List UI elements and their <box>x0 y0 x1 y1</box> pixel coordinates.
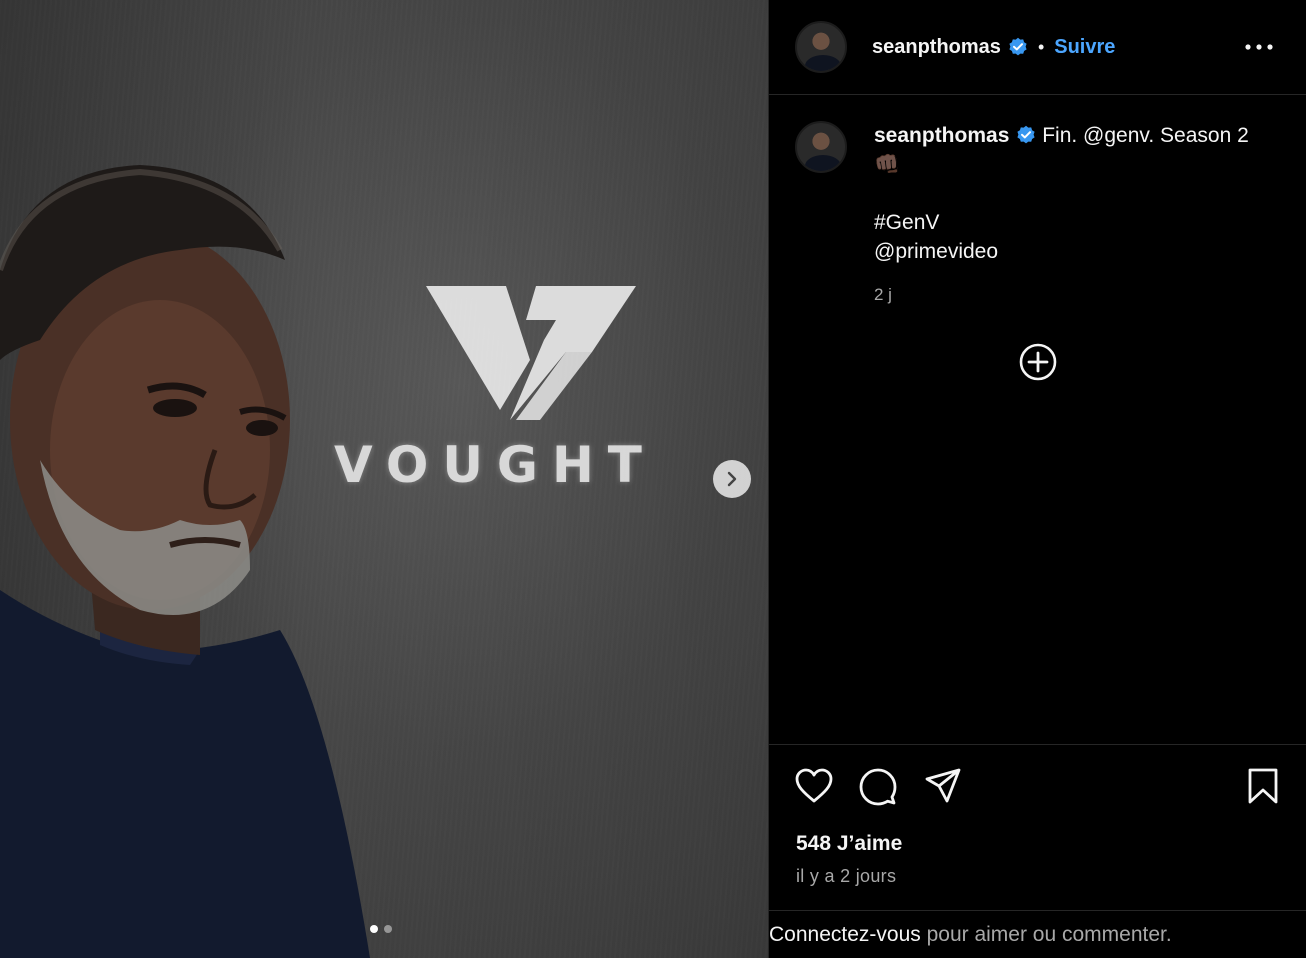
caption-avatar[interactable] <box>795 121 847 173</box>
heart-icon[interactable] <box>795 768 833 804</box>
login-prompt: Connectez-vous pour aimer ou commenter. <box>769 910 1306 958</box>
carousel-next-button[interactable] <box>713 460 751 498</box>
post-caption: seanpthomas Fin. @genv. Season 2👊🏿 #GenV… <box>769 95 1306 309</box>
like-count[interactable]: 548 J’aime <box>796 832 902 856</box>
login-prompt-text: pour aimer ou commenter. <box>920 923 1172 946</box>
caption-username[interactable]: seanpthomas <box>874 124 1009 147</box>
login-link[interactable]: Connectez-vous <box>769 923 921 946</box>
add-comment-icon[interactable] <box>1018 342 1058 382</box>
comment-icon[interactable] <box>859 768 897 806</box>
bookmark-icon[interactable] <box>1247 768 1279 804</box>
caption-timestamp: 2 j <box>874 285 892 304</box>
action-bar <box>769 744 1306 829</box>
verified-icon <box>1009 37 1027 56</box>
more-options-icon[interactable] <box>1244 40 1274 54</box>
share-icon[interactable] <box>925 768 961 804</box>
post-date: il y a 2 jours <box>796 866 897 886</box>
carousel-indicator <box>370 925 392 933</box>
post-details-panel: seanpthomas • Suivre seanpthomas Fin. @g… <box>768 0 1306 958</box>
post-header: seanpthomas • Suivre <box>769 0 1306 95</box>
person-figure <box>0 165 370 958</box>
caption-hashtag[interactable]: #GenV <box>874 208 1264 237</box>
author-avatar[interactable] <box>795 21 847 73</box>
caption-text: seanpthomas Fin. @genv. Season 2👊🏿 #GenV… <box>874 121 1264 309</box>
author-username[interactable]: seanpthomas <box>872 36 1001 59</box>
post-image[interactable]: VOUGHT <box>0 0 768 958</box>
follow-button[interactable]: Suivre <box>1054 36 1115 59</box>
carousel-dot-1 <box>370 925 378 933</box>
carousel-dot-2 <box>384 925 392 933</box>
caption-mention[interactable]: @primevideo <box>874 237 1264 266</box>
verified-icon <box>1017 125 1035 144</box>
header-separator: • <box>1037 36 1045 57</box>
chevron-right-icon <box>727 471 737 487</box>
